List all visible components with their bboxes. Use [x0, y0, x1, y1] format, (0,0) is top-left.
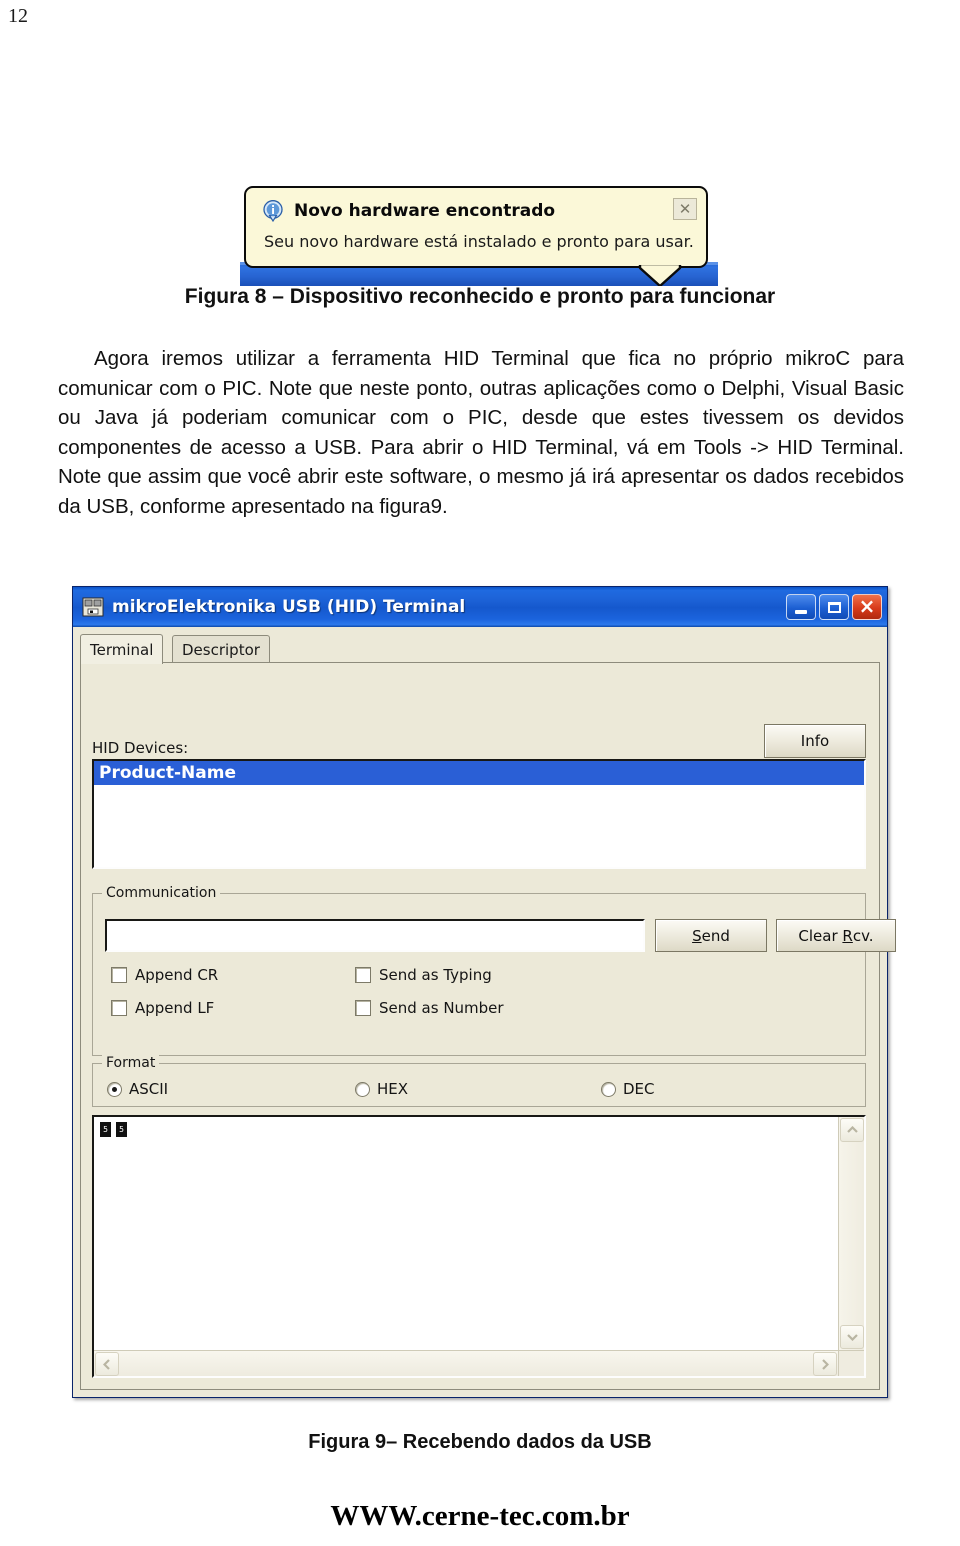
append-cr-checkbox[interactable] [111, 967, 127, 983]
tab-terminal[interactable]: Terminal [80, 634, 164, 664]
receive-area[interactable]: 5 5 [92, 1115, 866, 1378]
balloon-title-row: Novo hardware encontrado [262, 200, 556, 223]
footer-url: WWW.cerne-tec.com.br [330, 1500, 630, 1532]
hid-devices-label: HID Devices: [92, 739, 189, 757]
append-lf-label: Append LF [135, 999, 215, 1017]
format-hex-label: HEX [377, 1080, 409, 1098]
format-dec-label: DEC [623, 1080, 655, 1098]
send-as-typing-checkbox-row[interactable]: Send as Typing [355, 966, 492, 984]
send-as-number-checkbox[interactable] [355, 1000, 371, 1016]
control-char-glyph: 5 [100, 1122, 111, 1137]
window-title: mikroElektronika USB (HID) Terminal [112, 597, 466, 617]
horizontal-scrollbar[interactable] [94, 1350, 838, 1376]
hid-devices-listbox[interactable]: Product-Name [92, 759, 866, 869]
format-hex-radio[interactable] [355, 1081, 370, 1097]
vertical-scrollbar[interactable] [838, 1117, 864, 1376]
scroll-down-button[interactable] [840, 1325, 864, 1349]
format-dec-radio[interactable] [601, 1081, 616, 1097]
send-as-typing-label: Send as Typing [379, 966, 492, 984]
format-ascii-radio[interactable] [107, 1081, 122, 1097]
communication-group-title: Communication [102, 885, 221, 901]
receive-area-content: 5 5 [100, 1122, 127, 1137]
hid-terminal-window: mikroElektronika USB (HID) Terminal × Te… [72, 586, 896, 1398]
append-lf-checkbox[interactable] [111, 1000, 127, 1016]
balloon-body-text: Seu novo hardware está instalado e pront… [264, 232, 694, 251]
terminal-tab-page: HID Devices: Info Product-Name Communica… [80, 662, 896, 1390]
window-client-area: Terminal Descriptor HID Devices: Info Pr… [73, 627, 896, 1397]
balloon-panel: Novo hardware encontrado Seu novo hardwa… [244, 186, 708, 268]
control-char-glyph: 5 [116, 1122, 127, 1137]
format-ascii-radio-row[interactable]: ASCII [107, 1080, 168, 1098]
append-lf-checkbox-row[interactable]: Append LF [111, 999, 214, 1017]
scroll-right-button[interactable] [813, 1352, 837, 1376]
scroll-up-button[interactable] [840, 1118, 864, 1142]
window-titlebar[interactable]: mikroElektronika USB (HID) Terminal × [73, 587, 887, 627]
send-button[interactable]: Send [655, 919, 767, 952]
body-paragraph: Agora iremos utilizar a ferramenta HID T… [58, 347, 904, 518]
scroll-left-button[interactable] [95, 1352, 119, 1376]
scrollbar-corner [838, 1350, 864, 1376]
balloon-close-icon[interactable]: ✕ [673, 198, 697, 220]
maximize-button[interactable] [819, 594, 849, 620]
append-cr-checkbox-row[interactable]: Append CR [111, 966, 218, 984]
tab-descriptor[interactable]: Descriptor [172, 635, 270, 663]
figure-8-caption: Figura 8 – Dispositivo reconhecido e pro… [184, 285, 776, 308]
format-group-title: Format [102, 1055, 160, 1071]
send-as-number-label: Send as Number [379, 999, 504, 1017]
balloon-title: Novo hardware encontrado [294, 201, 556, 221]
minimize-button[interactable] [786, 594, 816, 620]
append-cr-label: Append CR [135, 966, 219, 984]
usb-device-icon [82, 597, 104, 617]
page-number: 12 [8, 5, 28, 27]
list-item[interactable]: Product-Name [94, 761, 864, 785]
clear-rcv-button[interactable]: Clear Rcv. [776, 919, 896, 952]
balloon-tail [638, 264, 682, 286]
window-button-group: × [786, 594, 882, 620]
info-button[interactable]: Info [764, 724, 866, 758]
send-as-typing-checkbox[interactable] [355, 967, 371, 983]
send-button-rest: end [701, 926, 730, 945]
format-groupbox: Format ASCII HEX DEC [92, 1055, 866, 1107]
format-ascii-label: ASCII [129, 1080, 169, 1098]
communication-groupbox: Communication Send Clear Rcv. Append CR … [92, 885, 896, 1056]
info-icon [262, 200, 284, 223]
figure-8-balloon-notification: Novo hardware encontrado Seu novo hardwa… [240, 186, 718, 286]
figure-9-caption: Figura 9– Recebendo dados da USB [308, 1431, 652, 1453]
format-dec-radio-row[interactable]: DEC [601, 1080, 655, 1098]
format-hex-radio-row[interactable]: HEX [355, 1080, 408, 1098]
send-input[interactable] [105, 919, 645, 952]
tab-strip: Terminal Descriptor [80, 634, 880, 664]
close-button[interactable]: × [852, 594, 882, 620]
send-as-number-checkbox-row[interactable]: Send as Number [355, 999, 504, 1017]
